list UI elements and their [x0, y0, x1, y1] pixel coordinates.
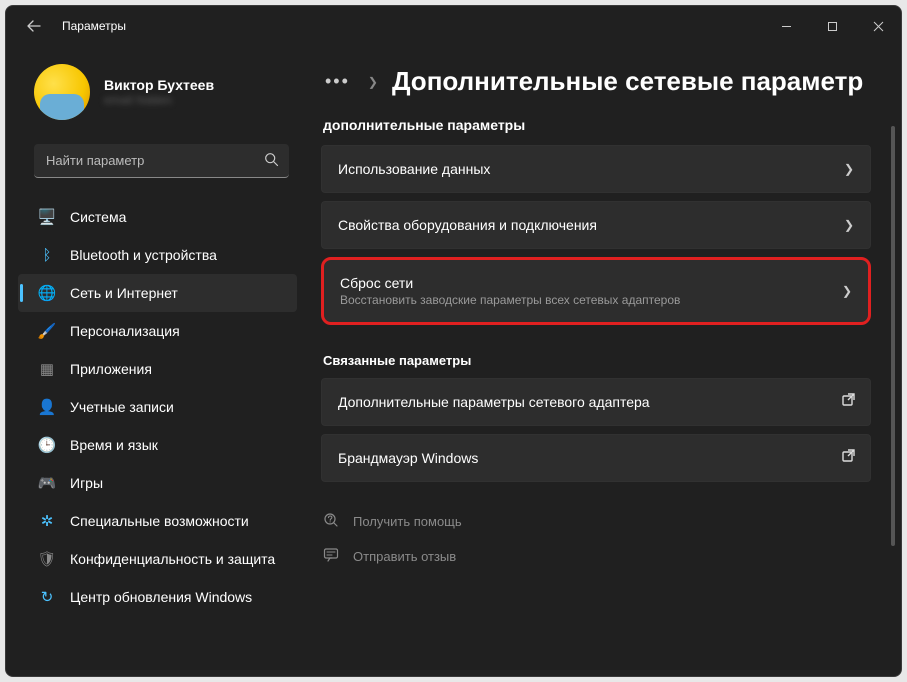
sidebar-item-privacy[interactable]: 🛡 Конфиденциальность и защита	[18, 540, 297, 578]
sidebar-item-personalization[interactable]: 🖌️ Персонализация	[18, 312, 297, 350]
profile-name: Виктор Бухтеев	[104, 77, 214, 93]
feedback-link[interactable]: Отправить отзыв	[323, 547, 895, 566]
settings-window: Параметры Виктор Бухтеев email hidden	[5, 5, 902, 677]
cards-extra: Использование данных❯Свойства оборудован…	[321, 145, 895, 329]
back-button[interactable]	[24, 16, 44, 36]
help-icon	[323, 512, 339, 531]
sidebar-item-gaming[interactable]: 🎮 Игры	[18, 464, 297, 502]
card-adapter-options[interactable]: Дополнительные параметры сетевого адапте…	[321, 378, 871, 426]
sidebar-item-label: Время и язык	[70, 437, 158, 453]
chevron-right-icon: ❯	[844, 218, 854, 232]
sidebar-item-label: Сеть и Интернет	[70, 285, 178, 301]
help-link[interactable]: Получить помощь	[323, 512, 895, 531]
external-link-icon	[841, 448, 856, 468]
profile-block[interactable]: Виктор Бухтеев email hidden	[6, 46, 307, 138]
search-icon	[264, 152, 279, 172]
card-title: Свойства оборудования и подключения	[338, 217, 820, 233]
chevron-right-icon: ❯	[842, 284, 852, 298]
privacy-icon: 🛡	[38, 550, 56, 568]
card-firewall[interactable]: Брандмауэр Windows	[321, 434, 871, 482]
sidebar-item-apps[interactable]: ▦ Приложения	[18, 350, 297, 388]
section-related-heading: Связанные параметры	[323, 353, 895, 368]
network-icon: 🌐	[38, 284, 56, 302]
card-subtitle: Восстановить заводские параметры всех се…	[340, 293, 818, 307]
sidebar-item-label: Конфиденциальность и защита	[70, 551, 275, 567]
sidebar-item-network[interactable]: 🌐 Сеть и Интернет	[18, 274, 297, 312]
sidebar-item-accounts[interactable]: 👤 Учетные записи	[18, 388, 297, 426]
search-input[interactable]	[34, 144, 289, 178]
card-title: Дополнительные параметры сетевого адапте…	[338, 394, 820, 410]
section-extra-heading: дополнительные параметры	[323, 117, 895, 133]
card-title: Использование данных	[338, 161, 820, 177]
external-link-icon	[841, 392, 856, 412]
sidebar-item-label: Игры	[70, 475, 103, 491]
sidebar-item-time[interactable]: 🕒 Время и язык	[18, 426, 297, 464]
help-label: Получить помощь	[353, 514, 462, 529]
window-title: Параметры	[62, 19, 126, 33]
sidebar-item-label: Bluetooth и устройства	[70, 247, 217, 263]
time-icon: 🕒	[38, 436, 56, 454]
sidebar-item-label: Учетные записи	[70, 399, 174, 415]
sidebar-item-bluetooth[interactable]: ᛒ Bluetooth и устройства	[18, 236, 297, 274]
maximize-button[interactable]	[809, 6, 855, 46]
chevron-right-icon: ❯	[368, 75, 378, 89]
personalization-icon: 🖌️	[38, 322, 56, 340]
accounts-icon: 👤	[38, 398, 56, 416]
titlebar: Параметры	[6, 6, 901, 46]
sidebar-item-label: Система	[70, 209, 126, 225]
bluetooth-icon: ᛒ	[38, 246, 56, 264]
main-content: ••• ❯ Дополнительные сетевые параметр до…	[311, 46, 901, 676]
sidebar-item-label: Специальные возможности	[70, 513, 249, 529]
scrollbar[interactable]	[891, 126, 895, 546]
feedback-label: Отправить отзыв	[353, 549, 456, 564]
sidebar-item-label: Персонализация	[70, 323, 180, 339]
sidebar-item-label: Центр обновления Windows	[70, 589, 252, 605]
chevron-right-icon: ❯	[844, 162, 854, 176]
profile-email: email hidden	[104, 93, 214, 107]
sidebar-item-accessibility[interactable]: ✲ Специальные возможности	[18, 502, 297, 540]
minimize-button[interactable]	[763, 6, 809, 46]
avatar	[34, 64, 90, 120]
system-icon: 🖥️	[38, 208, 56, 226]
close-button[interactable]	[855, 6, 901, 46]
breadcrumb: ••• ❯ Дополнительные сетевые параметр	[321, 46, 895, 111]
card-net-reset[interactable]: Сброс сети Восстановить заводские парамет…	[321, 257, 871, 325]
gaming-icon: 🎮	[38, 474, 56, 492]
page-title: Дополнительные сетевые параметр	[392, 66, 863, 97]
feedback-icon	[323, 547, 339, 566]
card-title: Брандмауэр Windows	[338, 450, 820, 466]
update-icon: ↻	[38, 588, 56, 606]
card-data-usage[interactable]: Использование данных ❯	[321, 145, 871, 193]
breadcrumb-ellipsis[interactable]: •••	[321, 71, 354, 92]
sidebar: Виктор Бухтеев email hidden 🖥️ Система ᛒ Bl…	[6, 46, 311, 676]
accessibility-icon: ✲	[38, 512, 56, 530]
nav-list: 🖥️ Система ᛒ Bluetooth и устройства 🌐 Сеть и …	[6, 198, 307, 616]
card-hw-props[interactable]: Свойства оборудования и подключения ❯	[321, 201, 871, 249]
apps-icon: ▦	[38, 360, 56, 378]
sidebar-item-system[interactable]: 🖥️ Система	[18, 198, 297, 236]
card-title: Сброс сети	[340, 275, 818, 291]
cards-related: Дополнительные параметры сетевого адапте…	[321, 378, 895, 486]
sidebar-item-label: Приложения	[70, 361, 152, 377]
sidebar-item-update[interactable]: ↻ Центр обновления Windows	[18, 578, 297, 616]
